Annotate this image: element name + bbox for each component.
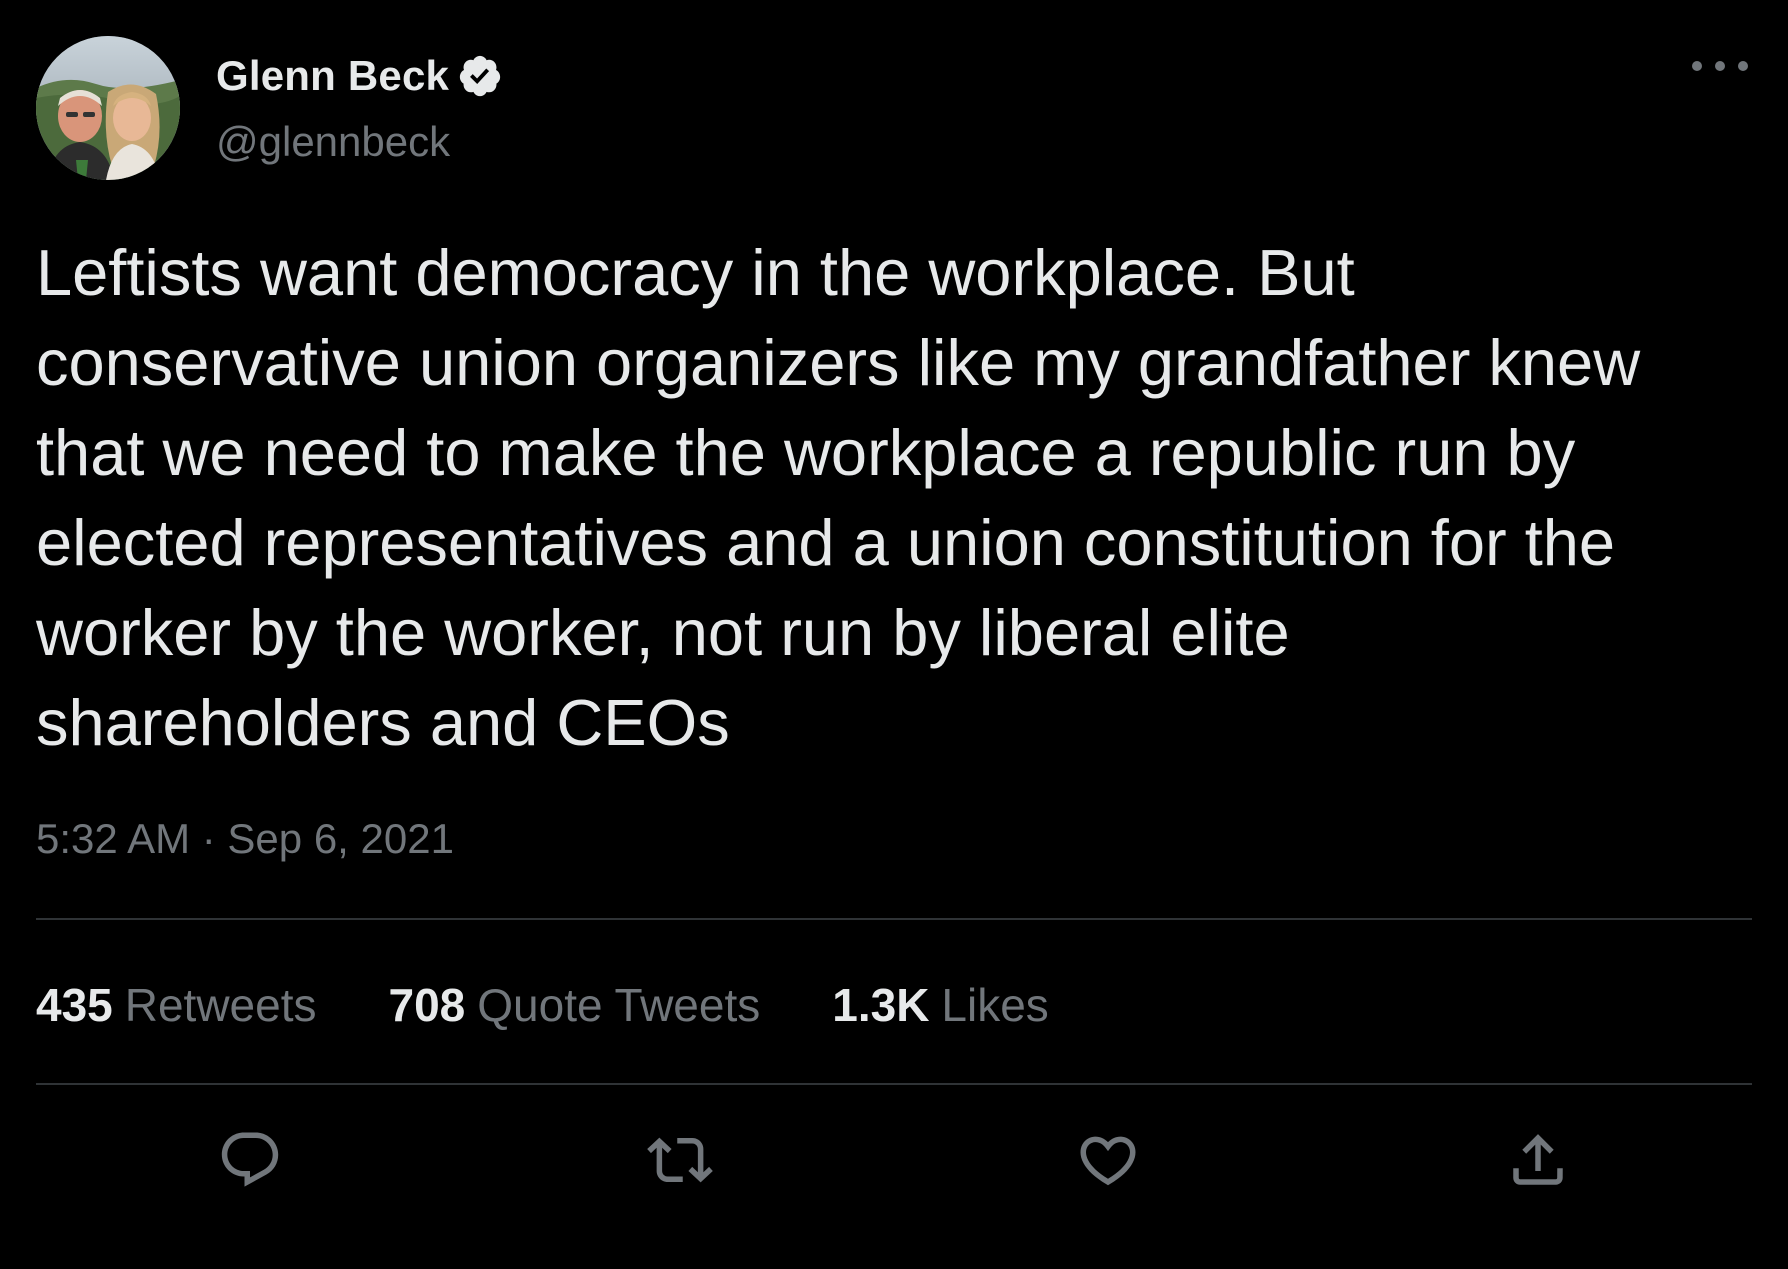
author-handle[interactable]: @glennbeck — [216, 118, 450, 166]
quote-tweets-stat[interactable]: 708 Quote Tweets — [389, 978, 761, 1032]
divider — [36, 918, 1752, 920]
tweet-timestamp[interactable]: 5:32 AM · Sep 6, 2021 — [36, 815, 454, 863]
retweets-count: 435 — [36, 979, 113, 1031]
more-dot — [1738, 61, 1748, 71]
likes-count: 1.3K — [832, 979, 930, 1031]
likes-stat[interactable]: 1.3K Likes — [832, 978, 1049, 1032]
like-icon — [1080, 1136, 1136, 1186]
author-name-row: Glenn Beck — [216, 48, 503, 104]
reply-icon — [221, 1132, 279, 1187]
likes-label: Likes — [941, 979, 1049, 1031]
retweets-stat[interactable]: 435 Retweets — [36, 978, 317, 1032]
author-name[interactable]: Glenn Beck — [216, 52, 449, 100]
more-dot — [1692, 61, 1702, 71]
action-bar — [0, 1120, 1788, 1200]
share-button[interactable] — [1498, 1120, 1578, 1200]
like-button[interactable] — [1068, 1120, 1148, 1200]
more-options-icon[interactable] — [1692, 48, 1748, 84]
avatar-image — [36, 36, 180, 180]
verified-badge-icon — [457, 53, 503, 99]
reply-button[interactable] — [210, 1120, 290, 1200]
tweet-card: Glenn Beck @glennbeck Leftists want demo… — [0, 0, 1788, 1269]
retweets-label: Retweets — [124, 979, 317, 1031]
author-avatar[interactable] — [36, 36, 180, 180]
retweet-icon — [647, 1137, 713, 1183]
tweet-text: Leftists want democracy in the workplace… — [36, 236, 1641, 759]
divider — [36, 1083, 1752, 1085]
more-dot — [1715, 61, 1725, 71]
share-icon — [1513, 1134, 1563, 1185]
engagement-stats: 435 Retweets 708 Quote Tweets 1.3K Likes — [36, 975, 1121, 1035]
retweet-button[interactable] — [640, 1120, 720, 1200]
quote-tweets-label: Quote Tweets — [477, 979, 761, 1031]
quote-tweets-count: 708 — [388, 979, 466, 1031]
